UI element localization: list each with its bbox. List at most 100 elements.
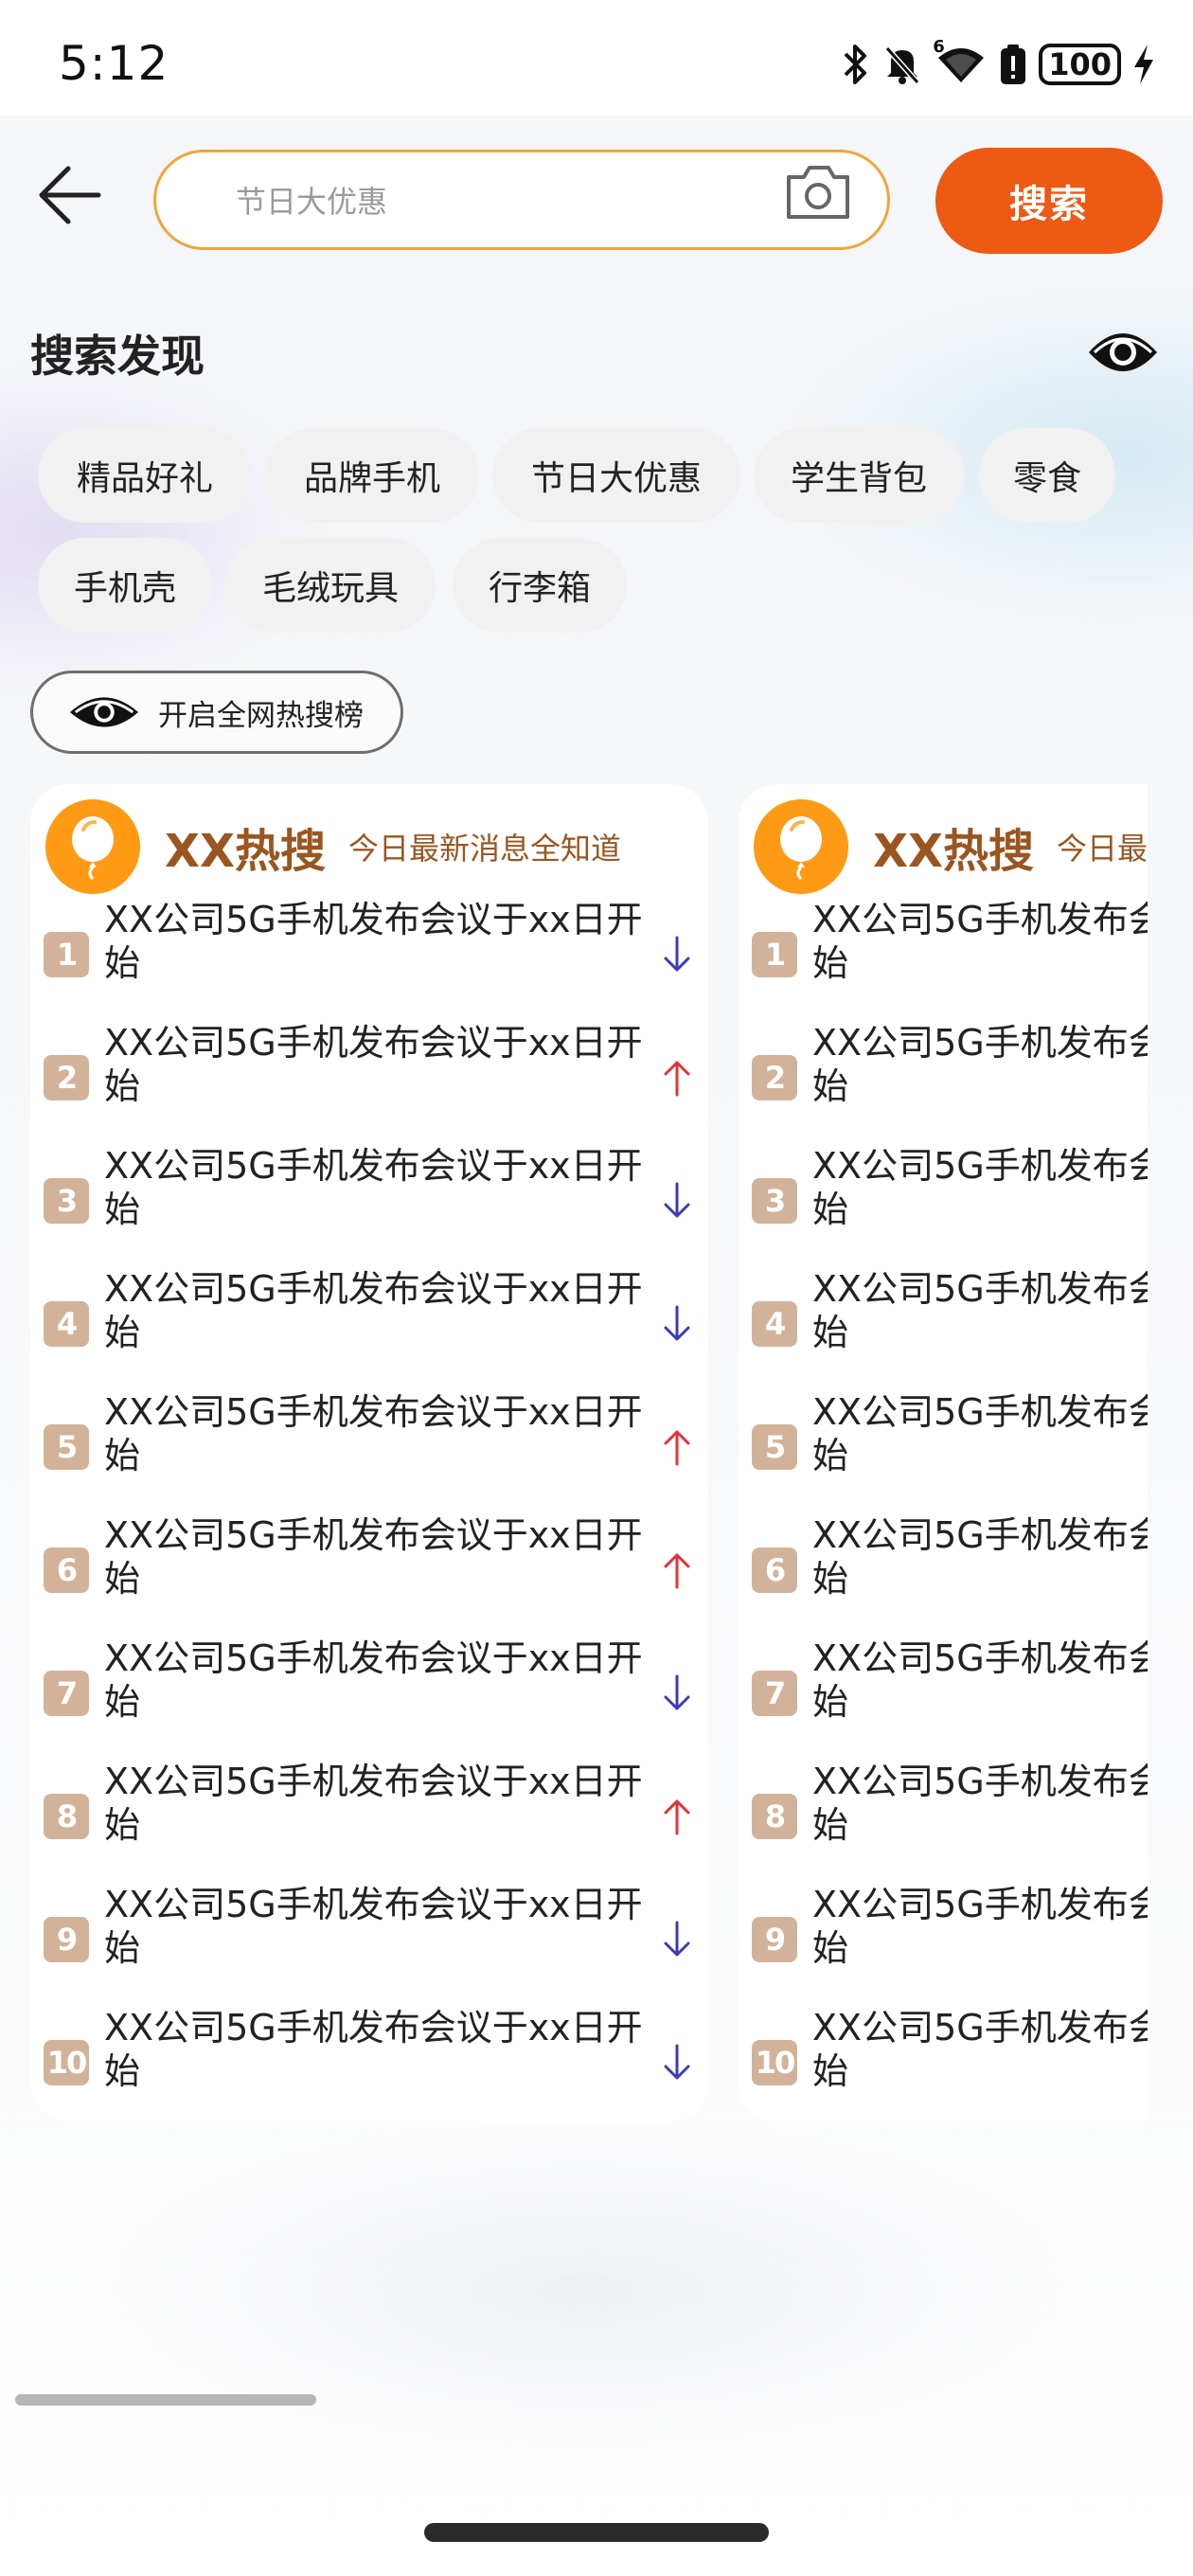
hot-item-title: XX公司5G手机发布会议于xx日开始 [812,1761,1148,1846]
hot-item-title: XX公司5G手机发布会议于xx日开始 [812,1514,1148,1600]
rank-badge: 5 [752,1424,797,1470]
rank-badge: 2 [44,1055,89,1100]
hot-item-title: XX公司5G手机发布会议于xx日开始 [104,1145,643,1230]
hot-list-item[interactable]: 5 XX公司5G手机发布会议于xx日开始 [30,1390,708,1508]
trend-up-icon [661,1551,693,1589]
hot-card-header: XX热搜今日最新消息全知道 [754,799,1148,894]
rank-badge: 8 [752,1794,797,1839]
hot-item-title: XX公司5G手机发布会议于xx日开始 [812,1022,1148,1107]
hot-item-title: XX公司5G手机发布会议于xx日开始 [812,1391,1148,1476]
hot-card-slogan: 今日最新消息全知道 [1057,831,1148,867]
hot-list-item[interactable]: 8 XX公司5G手机发布会议于xx日开始 [30,1760,708,1877]
rank-badge: 4 [752,1301,797,1347]
hot-card-brand: XX热搜 [165,825,327,878]
discovery-chip[interactable]: 精品好礼 [38,428,252,523]
battery-alert-icon [999,43,1027,86]
back-arrow-icon [36,165,104,229]
hot-list-item[interactable]: 7 XX公司5G手机发布会议于xx日开始 [739,1637,1148,1754]
hot-item-title: XX公司5G手机发布会议于xx日开始 [104,1761,643,1846]
discovery-chip[interactable]: 毛绒玩具 [225,538,436,633]
trend-up-icon [661,1428,693,1466]
hot-item-title: XX公司5G手机发布会议于xx日开始 [812,1884,1148,1969]
back-button[interactable] [30,157,110,237]
wifi-icon: 6 [933,37,988,86]
rank-badge: 2 [752,1055,797,1100]
hot-card: XX热搜今日最新消息全知道 1 XX公司5G手机发布会议于xx日开始 2 XX公司5G手… [30,784,708,2121]
discovery-chip[interactable]: 品牌手机 [265,428,479,523]
trend-down-icon [661,936,693,974]
hot-card-brand: XX热搜 [873,825,1035,878]
discovery-chip[interactable]: 行李箱 [453,538,627,633]
rank-badge: 4 [44,1301,89,1347]
battery-icon: 100 [1039,44,1121,85]
balloon-icon [45,799,140,894]
trend-down-icon [661,1182,693,1220]
bluetooth-icon [842,43,870,86]
hot-list-item[interactable]: 10 XX公司5G手机发布会议于xx日开始 [30,2006,708,2121]
hot-list-item[interactable]: 8 XX公司5G手机发布会议于xx日开始 [739,1760,1148,1877]
discovery-chip[interactable]: 手机壳 [38,538,212,633]
hot-list-item[interactable]: 6 XX公司5G手机发布会议于xx日开始 [739,1513,1148,1631]
rank-badge: 9 [752,1917,797,1962]
trend-down-icon [661,1674,693,1712]
eye-icon [69,697,139,727]
hot-list-item[interactable]: 4 XX公司5G手机发布会议于xx日开始 [739,1267,1148,1385]
hot-item-title: XX公司5G手机发布会议于xx日开始 [812,1637,1148,1723]
balloon-icon [754,799,848,894]
eye-icon[interactable] [1085,322,1161,383]
camera-icon[interactable] [785,160,851,223]
charging-icon [1132,43,1155,86]
trend-down-icon [661,1921,693,1959]
rank-badge: 8 [44,1794,89,1839]
hot-list-item[interactable]: 3 XX公司5G手机发布会议于xx日开始 [739,1144,1148,1261]
hot-cards-carousel[interactable]: XX热搜 今日最新消息全知道 1 XX公司5G手机发布会议于xx日开始 2 XX公司5G手… [30,784,1148,2121]
hot-list-item[interactable]: 9 XX公司5G手机发布会议于xx日开始 [30,1883,708,2000]
hot-list-item[interactable]: 6 XX公司5G手机发布会议于xx日开始 [30,1513,708,1631]
hot-card-header: XX热搜今日最新消息全知道 [45,799,621,894]
hot-list-toggle-label: 开启全网热搜榜 [158,698,364,733]
rank-badge: 7 [752,1671,797,1716]
hot-list-item[interactable]: 2 XX公司5G手机发布会议于xx日开始 [739,1021,1148,1138]
hot-card-slogan: 今日最新消息全知道 [348,831,622,867]
discovery-chip[interactable]: 学生背包 [754,428,964,523]
search-input[interactable] [236,173,766,230]
hot-list-item[interactable]: 10 XX公司5G手机发布会议于xx日开始 [739,2006,1148,2121]
trend-up-icon [661,1798,693,1835]
rank-badge: 10 [44,2040,89,2085]
network-type-label: 6 [933,37,945,57]
hot-list-item[interactable]: 3 XX公司5G手机发布会议于xx日开始 [30,1144,708,1261]
rank-badge: 5 [44,1424,89,1470]
hot-item-title: XX公司5G手机发布会议于xx日开始 [104,2007,643,2092]
hot-item-title: XX公司5G手机发布会议于xx日开始 [812,899,1148,984]
hot-item-title: XX公司5G手机发布会议于xx日开始 [104,1884,643,1969]
hot-item-title: XX公司5G手机发布会议于xx日开始 [104,1637,643,1723]
hot-item-title: XX公司5G手机发布会议于xx日开始 [812,1145,1148,1230]
hot-list-item[interactable]: 1 XX公司5G手机发布会议于xx日开始 [30,898,708,1015]
hot-list-item[interactable]: 4 XX公司5G手机发布会议于xx日开始 [30,1267,708,1385]
hot-list-item[interactable]: 5 XX公司5G手机发布会议于xx日开始 [739,1390,1148,1508]
rank-badge: 6 [752,1547,797,1593]
home-indicator[interactable] [424,2523,769,2542]
rank-badge: 7 [44,1671,89,1716]
status-bar: 5:12 6 100 [0,0,1193,116]
battery-level: 100 [1039,44,1121,85]
search-page: 5:12 6 100 节日大优惠 搜索 搜索发现 精品好礼 品牌手机 节日大优惠… [0,0,1193,2576]
rank-badge: 1 [44,932,89,977]
hot-item-title: XX公司5G手机发布会议于xx日开始 [104,899,643,984]
search-button[interactable]: 搜索 [935,148,1163,254]
rank-badge: 10 [752,2040,797,2085]
discovery-chip[interactable]: 节日大优惠 [492,428,740,523]
rank-badge: 3 [752,1178,797,1224]
hot-list-item[interactable]: 2 XX公司5G手机发布会议于xx日开始 [30,1021,708,1138]
hot-card: XX热搜今日最新消息全知道 1 XX公司5G手机发布会议于xx日开始 2 XX公司5G手… [739,784,1148,2121]
hot-item-title: XX公司5G手机发布会议于xx日开始 [104,1022,643,1107]
rank-badge: 3 [44,1178,89,1224]
rank-badge: 9 [44,1917,89,1962]
horizontal-scrollbar[interactable] [15,2394,316,2406]
hot-list-item[interactable]: 9 XX公司5G手机发布会议于xx日开始 [739,1883,1148,2000]
hot-list-item[interactable]: 1 XX公司5G手机发布会议于xx日开始 [739,898,1148,1015]
hot-list-item[interactable]: 7 XX公司5G手机发布会议于xx日开始 [30,1637,708,1754]
discovery-chip[interactable]: 零食 [979,428,1115,523]
hot-list-toggle[interactable]: 开启全网热搜榜 [30,671,403,754]
rank-badge: 1 [752,932,797,977]
